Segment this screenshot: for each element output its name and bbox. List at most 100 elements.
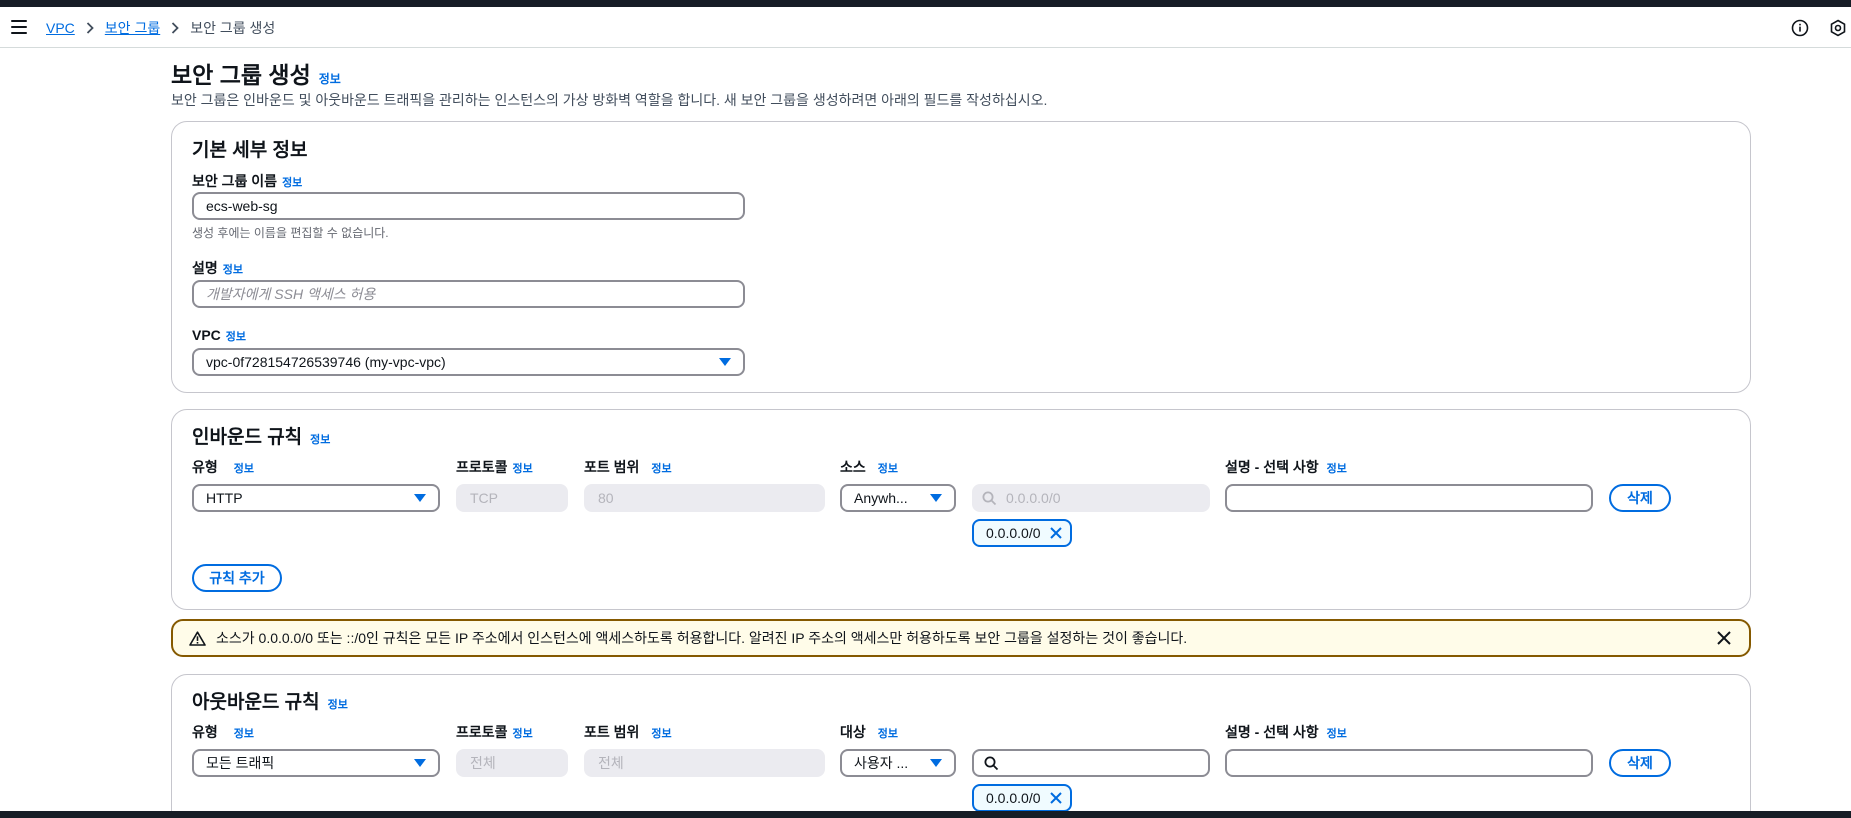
warning-alert: 소스가 0.0.0.0/0 또는 ::/0인 규칙은 모든 IP 주소에서 인스… [171, 619, 1751, 657]
inbound-rules-panel: 인바운드 규칙 정보 유형 정보 프로토콜 정보 포트 범위 정보 소스 정보 … [171, 409, 1751, 610]
sg-name-input[interactable]: ecs-web-sg [192, 192, 745, 220]
info-circle-icon[interactable] [1791, 19, 1809, 37]
bottom-dark-strip [0, 811, 1851, 818]
outbound-dest-info-link[interactable]: 정보 [878, 725, 898, 741]
outbound-col-protocol: 프로토콜 정보 [456, 722, 533, 742]
close-icon[interactable] [1049, 527, 1062, 539]
chevron-right-icon [171, 22, 179, 34]
outbound-type-info-link[interactable]: 정보 [234, 725, 254, 741]
outbound-col-port: 포트 범위 정보 [584, 722, 672, 742]
inbound-col-protocol-text: 프로토콜 [456, 459, 508, 475]
inbound-desc-info-link[interactable]: 정보 [1327, 460, 1347, 476]
inbound-title: 인바운드 규칙 [192, 427, 303, 448]
outbound-col-desc: 설명 - 선택 사항 정보 [1225, 722, 1347, 742]
outbound-type-value: 모든 트래픽 [206, 755, 275, 771]
inbound-info-link[interactable]: 정보 [310, 431, 330, 447]
inbound-protocol-info-link[interactable]: 정보 [513, 460, 533, 476]
outbound-col-type-text: 유형 [192, 724, 218, 740]
outbound-col-port-text: 포트 범위 [584, 724, 640, 740]
inbound-token-label: 0.0.0.0/0 [986, 525, 1041, 541]
inbound-col-source: 소스 정보 [840, 457, 898, 477]
inbound-col-port-text: 포트 범위 [584, 459, 640, 475]
top-dark-strip [0, 0, 1851, 7]
warning-icon [189, 630, 206, 646]
close-icon[interactable] [1717, 631, 1731, 648]
breadcrumb: VPC 보안 그룹 보안 그룹 생성 [46, 18, 275, 38]
inbound-source-select[interactable]: Anywh... [840, 484, 956, 512]
description-info-link[interactable]: 정보 [223, 261, 243, 277]
inbound-col-desc: 설명 - 선택 사항 정보 [1225, 457, 1347, 477]
outbound-protocol-field: 전체 [456, 749, 568, 777]
inbound-description-input[interactable] [1225, 484, 1593, 512]
outbound-port-info-link[interactable]: 정보 [651, 725, 671, 741]
sg-name-label: 보안 그룹 이름 정보 [192, 171, 302, 191]
outbound-description-input[interactable] [1225, 749, 1593, 777]
sg-name-info-link[interactable]: 정보 [282, 174, 302, 190]
basic-details-header: 기본 세부 정보 [192, 135, 307, 162]
warning-alert-text: 소스가 0.0.0.0/0 또는 ::/0인 규칙은 모든 IP 주소에서 인스… [216, 630, 1188, 646]
sg-name-label-text: 보안 그룹 이름 [192, 173, 278, 189]
inbound-type-info-link[interactable]: 정보 [234, 460, 254, 476]
outbound-cidr-search[interactable] [972, 749, 1210, 777]
outbound-rules-panel: 아웃바운드 규칙 정보 유형 정보 프로토콜 정보 포트 범위 정보 대상 정보… [171, 674, 1751, 818]
inbound-col-protocol: 프로토콜 정보 [456, 457, 533, 477]
breadcrumb-vpc[interactable]: VPC [46, 20, 75, 36]
outbound-col-dest-text: 대상 [840, 724, 866, 740]
inbound-port-info-link[interactable]: 정보 [651, 460, 671, 476]
outbound-dest-select[interactable]: 사용자 ... [840, 749, 956, 777]
outbound-desc-info-link[interactable]: 정보 [1327, 725, 1347, 741]
page-description: 보안 그룹은 인바운드 및 아웃바운드 트래픽을 관리하는 인스턴스의 가상 방… [171, 92, 1048, 108]
inbound-cidr-token: 0.0.0.0/0 [972, 519, 1072, 547]
outbound-info-link[interactable]: 정보 [328, 696, 348, 712]
inbound-col-source-text: 소스 [840, 459, 866, 475]
outbound-col-dest: 대상 정보 [840, 722, 898, 742]
outbound-col-type: 유형 정보 [192, 722, 254, 742]
caret-down-icon [930, 494, 942, 502]
chevron-right-icon [86, 22, 94, 34]
outbound-dest-value: 사용자 ... [854, 755, 909, 771]
vpc-select[interactable]: vpc-0f728154726539746 (my-vpc-vpc) [192, 348, 745, 376]
description-input[interactable]: 개발자에게 SSH 액세스 허용 [192, 280, 745, 308]
vpc-select-value: vpc-0f728154726539746 (my-vpc-vpc) [206, 354, 446, 370]
page-header: 보안 그룹 생성 정보 [171, 56, 341, 90]
inbound-cidr-search: 0.0.0.0/0 [972, 484, 1210, 512]
close-icon[interactable] [1049, 792, 1062, 804]
inbound-protocol-field: TCP [456, 484, 568, 512]
inbound-header: 인바운드 규칙 정보 [192, 422, 330, 449]
outbound-token-label: 0.0.0.0/0 [986, 790, 1041, 806]
inbound-source-value: Anywh... [854, 490, 908, 506]
breadcrumb-current: 보안 그룹 생성 [190, 20, 276, 36]
outbound-delete-button[interactable]: 삭제 [1609, 749, 1671, 777]
outbound-header: 아웃바운드 규칙 정보 [192, 687, 348, 714]
add-rule-button[interactable]: 규칙 추가 [192, 564, 282, 592]
basic-details-panel: 기본 세부 정보 보안 그룹 이름 정보 ecs-web-sg 생성 후에는 이… [171, 121, 1751, 393]
outbound-type-select[interactable]: 모든 트래픽 [192, 749, 440, 777]
inbound-cidr-placeholder: 0.0.0.0/0 [1006, 490, 1061, 506]
inbound-type-select[interactable]: HTTP [192, 484, 440, 512]
top-navigation: VPC 보안 그룹 보안 그룹 생성 [0, 7, 1851, 48]
search-icon [982, 491, 997, 505]
settings-hex-icon[interactable] [1829, 19, 1847, 37]
inbound-col-type-text: 유형 [192, 459, 218, 475]
outbound-protocol-info-link[interactable]: 정보 [513, 725, 533, 741]
vpc-label: VPC 정보 [192, 327, 246, 344]
page-info-link[interactable]: 정보 [319, 70, 341, 87]
inbound-col-type: 유형 정보 [192, 457, 254, 477]
outbound-col-desc-text: 설명 - 선택 사항 [1225, 724, 1319, 740]
description-label: 설명 정보 [192, 258, 243, 278]
menu-icon[interactable] [11, 20, 27, 34]
inbound-delete-button[interactable]: 삭제 [1609, 484, 1671, 512]
vpc-label-text: VPC [192, 327, 221, 343]
inbound-col-port: 포트 범위 정보 [584, 457, 672, 477]
caret-down-icon [414, 759, 426, 767]
outbound-col-protocol-text: 프로토콜 [456, 724, 508, 740]
page-title: 보안 그룹 생성 [171, 62, 311, 88]
caret-down-icon [719, 358, 731, 366]
inbound-source-info-link[interactable]: 정보 [878, 460, 898, 476]
vpc-info-link[interactable]: 정보 [226, 328, 246, 344]
caret-down-icon [414, 494, 426, 502]
breadcrumb-security-groups[interactable]: 보안 그룹 [105, 18, 160, 38]
sg-name-hint: 생성 후에는 이름을 편집할 수 없습니다. [192, 226, 389, 240]
inbound-port-field: 80 [584, 484, 825, 512]
inbound-col-desc-text: 설명 - 선택 사항 [1225, 459, 1319, 475]
